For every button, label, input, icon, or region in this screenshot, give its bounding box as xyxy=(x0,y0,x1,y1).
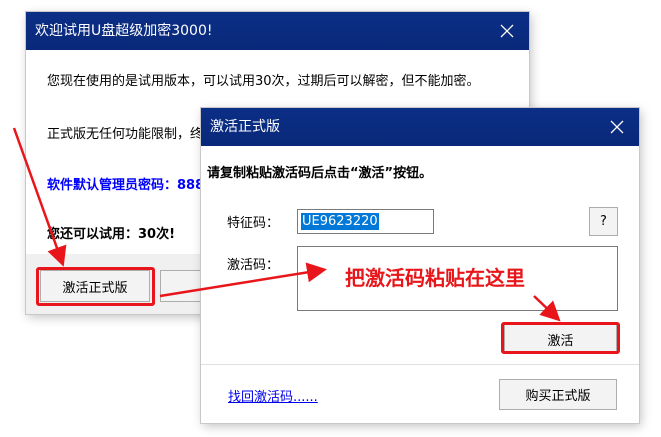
retrieve-activation-code-link[interactable]: 找回激活码...... xyxy=(228,386,318,405)
feature-code-input[interactable]: UE9623220 xyxy=(297,209,434,234)
activate-window-titlebar: 激活正式版 xyxy=(201,108,639,146)
trial-window-titlebar: 欢迎试用U盘超级加密3000! xyxy=(26,12,529,50)
trial-close-button[interactable] xyxy=(485,12,529,50)
activate-instruction: 请复制粘贴激活码后点击“激活”按钮。 xyxy=(207,166,433,181)
feature-code-value: UE9623220 xyxy=(301,213,379,230)
paste-here-annotation: 把激活码粘贴在这里 xyxy=(345,266,525,290)
trial-window-title: 欢迎试用U盘超级加密3000! xyxy=(35,23,213,39)
close-icon xyxy=(610,120,624,134)
trial-info-line2: 正式版无任何功能限制，终 xyxy=(47,127,204,142)
highlight-activate-button xyxy=(501,322,620,354)
activate-close-button[interactable] xyxy=(595,108,639,146)
buy-full-version-button[interactable]: 购买正式版 xyxy=(499,379,617,410)
activate-footer-divider xyxy=(201,364,639,365)
trial-remaining-label: 您还可以试用：30次! xyxy=(47,227,176,242)
feature-code-label: 特征码： xyxy=(227,216,280,231)
admin-password-label: 软件默认管理员密码：888 xyxy=(47,178,205,193)
highlight-activate-full-version xyxy=(36,267,155,306)
activation-code-label: 激活码： xyxy=(227,258,280,273)
close-icon xyxy=(500,24,514,38)
help-button[interactable]: ? xyxy=(589,207,618,236)
trial-info-line1: 您现在使用的是试用版本，可以试用30次，过期后可以解密，但不能加密。 xyxy=(47,74,480,89)
activate-window-title: 激活正式版 xyxy=(210,119,280,135)
